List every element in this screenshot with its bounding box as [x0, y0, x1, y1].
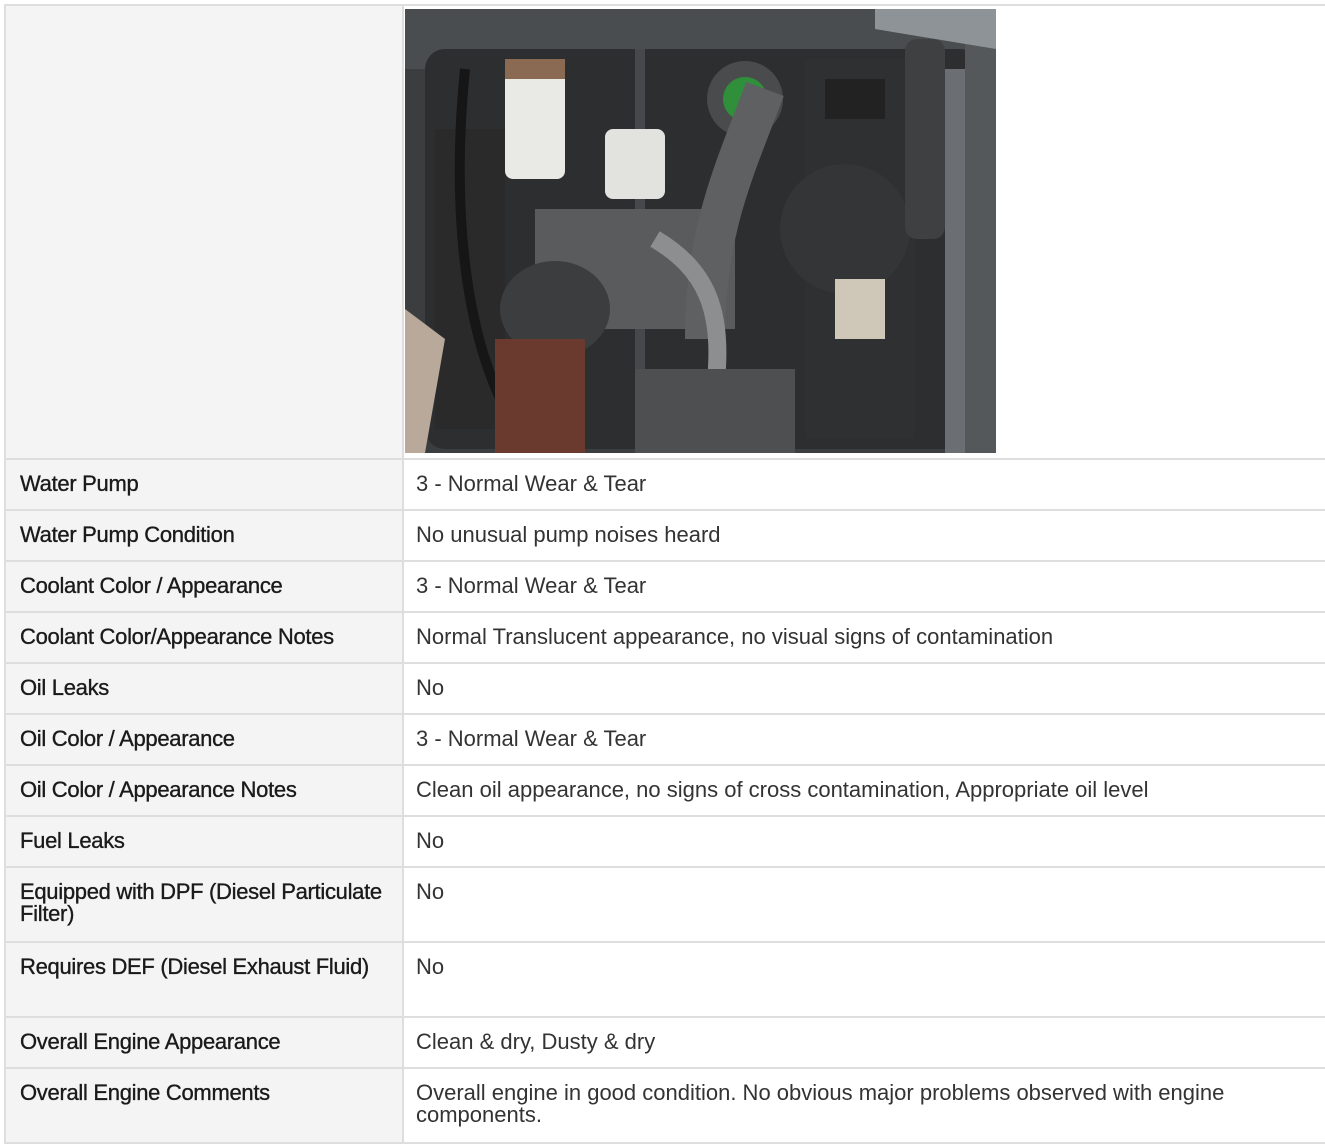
- table-row: Overall Engine Comments Overall engine i…: [4, 1067, 1325, 1144]
- row-value: Clean & dry, Dusty & dry: [402, 1016, 1325, 1069]
- row-label: Overall Engine Appearance: [4, 1016, 404, 1069]
- table-row: Overall Engine Appearance Clean & dry, D…: [4, 1016, 1325, 1069]
- row-label: Oil Color / Appearance Notes: [4, 764, 404, 817]
- row-value: Normal Translucent appearance, no visual…: [402, 611, 1325, 664]
- table-row: Oil Color / Appearance Notes Clean oil a…: [4, 764, 1325, 817]
- row-label: Coolant Color/Appearance Notes: [4, 611, 404, 664]
- row-label: Coolant Color / Appearance: [4, 560, 404, 613]
- row-label: Water Pump: [4, 458, 404, 511]
- row-label: Oil Leaks: [4, 662, 404, 715]
- row-value: No: [402, 815, 1325, 868]
- row-value: Clean oil appearance, no signs of cross …: [402, 764, 1325, 817]
- row-label: Fuel Leaks: [4, 815, 404, 868]
- table-row: Fuel Leaks No: [4, 815, 1325, 868]
- row-value: No: [402, 662, 1325, 715]
- row-label: Oil Color / Appearance: [4, 713, 404, 766]
- table-row: Water Pump Condition No unusual pump noi…: [4, 509, 1325, 562]
- row-label: Equipped with DPF (Diesel Particulate Fi…: [4, 866, 404, 943]
- engine-inspection-table: Water Pump 3 - Normal Wear & Tear Water …: [4, 4, 1325, 1144]
- table-row: Requires DEF (Diesel Exhaust Fluid) No: [4, 941, 1325, 1018]
- photo-row: [4, 4, 1325, 460]
- photo-cell: [402, 4, 1325, 460]
- row-value: 3 - Normal Wear & Tear: [402, 713, 1325, 766]
- row-value: No unusual pump noises heard: [402, 509, 1325, 562]
- row-value: No: [402, 866, 1325, 943]
- table-row: Oil Leaks No: [4, 662, 1325, 715]
- row-value: No: [402, 941, 1325, 1018]
- row-label: Requires DEF (Diesel Exhaust Fluid): [4, 941, 404, 1018]
- photo-label-cell: [4, 4, 404, 460]
- row-label: Water Pump Condition: [4, 509, 404, 562]
- row-label: Overall Engine Comments: [4, 1067, 404, 1144]
- table-row: Coolant Color / Appearance 3 - Normal We…: [4, 560, 1325, 613]
- table-row: Coolant Color/Appearance Notes Normal Tr…: [4, 611, 1325, 664]
- table-row: Oil Color / Appearance 3 - Normal Wear &…: [4, 713, 1325, 766]
- row-value: 3 - Normal Wear & Tear: [402, 560, 1325, 613]
- table-row: Water Pump 3 - Normal Wear & Tear: [4, 458, 1325, 511]
- row-value: Overall engine in good condition. No obv…: [402, 1067, 1325, 1144]
- engine-bay-photo[interactable]: [405, 9, 996, 453]
- row-value: 3 - Normal Wear & Tear: [402, 458, 1325, 511]
- table-row: Equipped with DPF (Diesel Particulate Fi…: [4, 866, 1325, 943]
